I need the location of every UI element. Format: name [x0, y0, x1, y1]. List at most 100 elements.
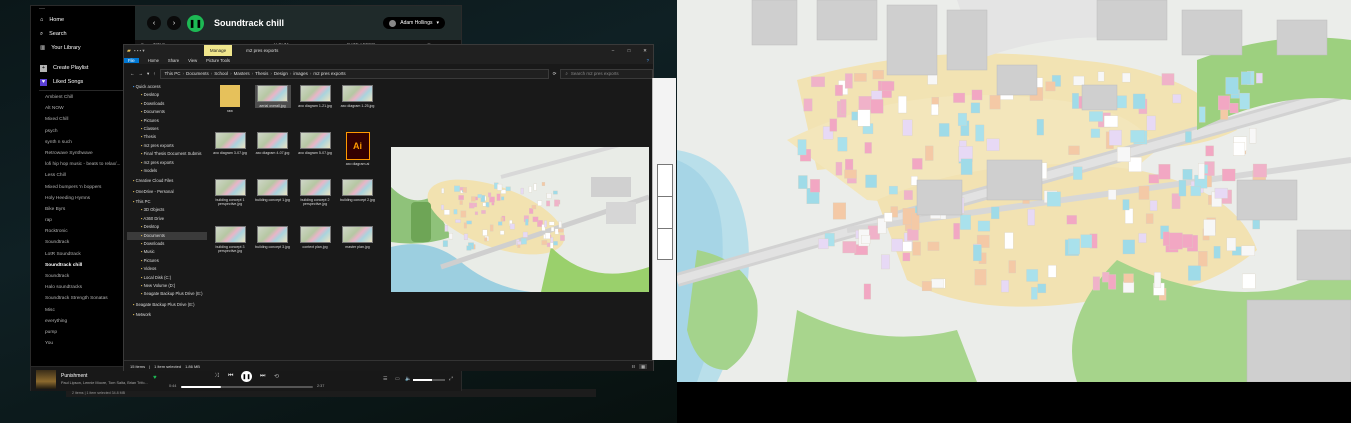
devices-icon[interactable]: ▭: [395, 376, 400, 382]
breadcrumb-item[interactable]: School: [214, 71, 228, 76]
file-item[interactable]: context plan.jpg: [297, 226, 333, 249]
quick-access-toolbar[interactable]: ▪ ▪ ▪ ▾: [134, 48, 204, 54]
search-input[interactable]: ⌕ Search m2 pres exports: [560, 68, 653, 79]
sidebar-playlist-item[interactable]: Rocktronic: [31, 226, 135, 237]
nav-pane-item[interactable]: ▪ Local Disk (C:): [127, 274, 207, 282]
help-icon[interactable]: ?: [647, 58, 649, 63]
file-item[interactable]: building concept 2 perspective.jpg: [297, 179, 333, 206]
file-item[interactable]: building concept 3 perspective.jpg: [212, 226, 248, 253]
nav-pane-item[interactable]: ▪ Network: [127, 311, 207, 319]
refresh-icon[interactable]: ⟳: [553, 71, 557, 77]
track-artists[interactable]: Paul Lipson, Lennie Moore, Tom Salta, Br…: [61, 381, 156, 385]
nav-pane-item[interactable]: ▪ Desktop: [127, 223, 207, 231]
large-icons-view-icon[interactable]: ▦: [639, 363, 647, 369]
volume-slider[interactable]: [413, 379, 445, 381]
breadcrumb-item[interactable]: Masters: [234, 71, 250, 76]
nav-pane-item[interactable]: ▪ models: [127, 167, 207, 175]
nav-pane-item[interactable]: ▪ Final Thesis Document Submis: [127, 150, 207, 158]
sidebar-playlist-item[interactable]: Soundtrack: [31, 237, 135, 248]
sidebar-playlist-item[interactable]: LotR Soundtrack: [31, 249, 135, 260]
sidebar-playlist-item[interactable]: pump: [31, 327, 135, 338]
volume-icon[interactable]: 🔈: [405, 376, 411, 382]
nav-pane-item[interactable]: ▪ Downloads: [127, 100, 207, 108]
sidebar-playlist-item[interactable]: Soundtrack chill: [31, 260, 135, 271]
nav-pane-item[interactable]: ▪ Pictures: [127, 117, 207, 125]
sidebar-playlist-item[interactable]: psych: [31, 126, 135, 137]
sidebar-playlist-item[interactable]: lofi hip hop music - beats to relax/...: [31, 159, 135, 170]
breadcrumb[interactable]: This PC › Documents › School › Masters › Thesis ›…: [159, 68, 549, 79]
track-title[interactable]: Punishment: [61, 373, 87, 379]
ribbon-home[interactable]: Home: [148, 58, 159, 63]
nav-pane-item[interactable]: ▪ A360 Drive: [127, 215, 207, 223]
sidebar-playlist-item[interactable]: Soundtrack Strength Sonatas: [31, 293, 135, 304]
sidebar-playlist-item[interactable]: Mixed bumpers 'n boppers: [31, 182, 135, 193]
nav-home[interactable]: ⌂ Home: [31, 13, 135, 27]
file-item[interactable]: master plan.jpg: [340, 226, 376, 249]
sidebar-playlist-item[interactable]: Soundtrack: [31, 271, 135, 282]
more-icon[interactable]: ···: [31, 6, 135, 13]
minimize-icon[interactable]: –: [605, 48, 621, 53]
file-item[interactable]: axo diagram 3-07.jpg: [212, 132, 248, 155]
ribbon-file[interactable]: File: [124, 57, 139, 63]
nav-pane-item[interactable]: ▪ Music: [127, 248, 207, 256]
user-menu[interactable]: Adam Hollings ▾: [383, 17, 445, 29]
details-view-icon[interactable]: ☷: [632, 364, 636, 369]
file-item[interactable]: Ai axo diagram.ai: [340, 132, 376, 166]
back-arrow-icon[interactable]: ←: [130, 71, 135, 76]
liked-songs-button[interactable]: ♥ Liked Songs: [31, 75, 135, 89]
maximize-icon[interactable]: □: [621, 48, 637, 53]
forward-icon[interactable]: ›: [167, 16, 181, 30]
back-icon[interactable]: ‹: [147, 16, 161, 30]
nav-pane-item[interactable]: ▪ Creative Cloud Files: [127, 177, 207, 185]
file-item[interactable]: aerial overall.jpg: [254, 85, 291, 109]
file-item[interactable]: building concept 2.jpg: [340, 179, 376, 202]
play-pause-button[interactable]: ❚❚: [187, 14, 204, 32]
sidebar-playlist-item[interactable]: synth n such: [31, 137, 135, 148]
nav-pane-item[interactable]: ▪ Thesis: [127, 133, 207, 141]
forward-arrow-icon[interactable]: →: [139, 71, 144, 76]
file-item[interactable]: raw: [212, 85, 248, 113]
file-item[interactable]: axo diagram 1-21.jpg: [297, 85, 333, 108]
nav-pane-item[interactable]: ▪ Quick access: [127, 83, 207, 91]
next-icon[interactable]: ⏭: [260, 373, 265, 380]
nav-pane-item[interactable]: ▪ Documents: [127, 108, 207, 116]
file-item[interactable]: building concept 3.jpg: [255, 226, 291, 249]
ribbon-share[interactable]: Share: [168, 58, 179, 63]
ribbon-view[interactable]: View: [188, 58, 197, 63]
manage-tab[interactable]: Manage: [203, 45, 233, 56]
nav-pane-item[interactable]: ▪ Pictures: [127, 257, 207, 265]
sidebar-playlist-item[interactable]: Less Chill: [31, 170, 135, 181]
repeat-icon[interactable]: ⟲: [274, 373, 279, 380]
sidebar-playlist-item[interactable]: everything: [31, 316, 135, 327]
nav-pane-item[interactable]: ▪ Classes: [127, 125, 207, 133]
ribbon-picture-tools[interactable]: Picture Tools: [206, 58, 230, 63]
sidebar-playlist-item[interactable]: Holy Heeding Hymns: [31, 193, 135, 204]
sidebar-playlist-item[interactable]: Retrowave Synthwave: [31, 148, 135, 159]
progress-track[interactable]: [181, 386, 313, 388]
pause-button[interactable]: ❚❚: [241, 371, 252, 382]
nav-pane-item[interactable]: ▪ OneDrive - Personal: [127, 188, 207, 196]
nav-pane-item[interactable]: ▪ New Volume (D:): [127, 282, 207, 290]
sidebar-playlist-item[interactable]: Halo soundtracks: [31, 282, 135, 293]
breadcrumb-item[interactable]: Documents: [186, 71, 209, 76]
like-icon[interactable]: ♥: [153, 375, 157, 381]
nav-pane-item[interactable]: ▪ Seagate Backup Plus Drive (E:): [127, 290, 207, 298]
file-item[interactable]: axo diagram 4-07.jpg: [255, 132, 291, 155]
queue-icon[interactable]: ☰: [383, 376, 387, 382]
previous-icon[interactable]: ⏮: [228, 373, 233, 380]
nav-library[interactable]: ▥ Your Library: [31, 41, 135, 55]
nav-pane-item[interactable]: ▪ 3D Objects: [127, 206, 207, 214]
fullscreen-icon[interactable]: ⤢: [449, 376, 453, 382]
sidebar-playlist-item[interactable]: You: [31, 338, 135, 349]
create-playlist-button[interactable]: + Create Playlist: [31, 61, 135, 75]
breadcrumb-item[interactable]: m2 pres exports: [313, 71, 345, 76]
breadcrumb-item[interactable]: Design: [274, 71, 288, 76]
sidebar-playlist-item[interactable]: Misc: [31, 305, 135, 316]
close-icon[interactable]: ✕: [637, 48, 653, 54]
breadcrumb-item[interactable]: This PC: [165, 71, 181, 76]
nav-pane-item[interactable]: ▪ Seagate Backup Plus Drive (E:): [127, 301, 207, 309]
nav-pane-item[interactable]: ▪ This PC: [127, 198, 207, 206]
breadcrumb-item[interactable]: images: [293, 71, 308, 76]
nav-pane-item[interactable]: ▪ m2 pres exports: [127, 159, 207, 167]
nav-pane-item[interactable]: ▪ Desktop: [127, 91, 207, 99]
